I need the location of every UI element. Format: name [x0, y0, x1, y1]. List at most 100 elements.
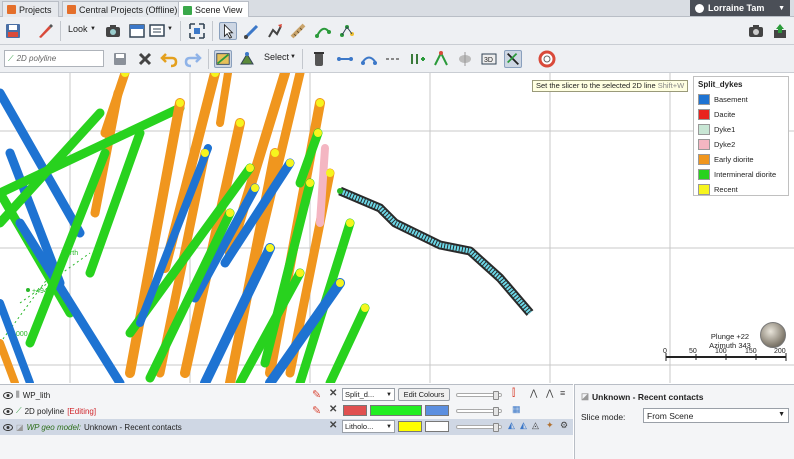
snap-icon[interactable] [238, 50, 256, 68]
shading-icon[interactable]: ⋀ [530, 388, 537, 399]
fit-view-icon[interactable] [188, 22, 206, 40]
select-menu[interactable]: Select [264, 52, 289, 62]
pencil-icon[interactable]: ✎ [312, 388, 321, 401]
draw-on-slice-icon[interactable] [214, 50, 232, 68]
selected-colour-swatch[interactable] [425, 405, 449, 416]
draw-tool-icon[interactable] [36, 22, 54, 40]
filter-icon[interactable]: ⫿ [512, 388, 515, 399]
scale-tick-label: 150 [745, 348, 757, 355]
screenshot-icon[interactable] [747, 22, 765, 40]
delete-points-icon[interactable] [310, 50, 328, 68]
chevron-down-icon: ▼ [290, 54, 296, 60]
stop-editing-icon[interactable]: ✎ [312, 404, 321, 417]
redo-icon[interactable] [184, 50, 202, 68]
scene-layout-icon[interactable] [128, 22, 146, 40]
camera-icon[interactable] [104, 22, 122, 40]
opacity-slider[interactable] [456, 423, 502, 432]
chevron-down-icon: ▼ [778, 4, 785, 12]
draw-network-icon[interactable] [338, 22, 356, 40]
close-icon[interactable]: ✕ [329, 420, 337, 431]
eye-icon[interactable] [3, 391, 13, 399]
close-icon[interactable]: ✕ [329, 388, 337, 399]
mesh-edges-icon[interactable]: ◭ [520, 420, 527, 431]
row-name: 2D polyline [24, 406, 65, 416]
slicer-to-line-icon[interactable] [504, 50, 522, 68]
draw-polyline-icon[interactable] [266, 22, 284, 40]
draw-line-icon[interactable] [243, 22, 261, 40]
screen-layout-icon[interactable] [148, 22, 166, 40]
user-menu-button[interactable]: Lorraine Tam ▼ [690, 0, 790, 16]
edit-colours-button[interactable]: Edit Colours [398, 388, 450, 401]
slice-mode-select[interactable]: From Scene ▼ [643, 408, 789, 423]
separator [60, 21, 61, 41]
legend-label: Recent [714, 185, 738, 194]
slice-mode-label: Slice mode: [581, 412, 626, 422]
properties-title: ◪ Unknown - Recent contacts [581, 391, 704, 402]
separator [208, 49, 209, 69]
orientation-globe-icon[interactable] [760, 322, 786, 348]
shading-icon[interactable]: ◬ [532, 420, 539, 431]
legend-item: Early diorite [698, 152, 784, 167]
scene-viewport[interactable]: North +494 000 [0, 73, 794, 383]
colour-by-dropdown[interactable]: Split_d... ▼ [342, 388, 395, 401]
projects-icon [7, 5, 16, 14]
opacity-slider[interactable] [456, 391, 502, 400]
lighting-icon[interactable]: ⋀ [546, 388, 553, 399]
tab-scene-view[interactable]: Scene View [178, 1, 250, 18]
grid-label-elevation: 000 [16, 331, 28, 338]
legend-item: Dyke2 [698, 137, 784, 152]
labels-icon[interactable]: ≡ [560, 388, 565, 398]
look-menu[interactable]: Look [68, 24, 88, 34]
add-point-icon[interactable] [408, 50, 426, 68]
edit-points-icon[interactable] [314, 22, 332, 40]
legend-swatch [698, 94, 710, 105]
eye-icon[interactable] [3, 407, 13, 415]
object-name-field[interactable]: ⟋ 2D polyline [4, 50, 104, 67]
eye-icon[interactable] [3, 423, 13, 431]
share-icon[interactable] [771, 22, 789, 40]
help-icon[interactable] [538, 50, 556, 68]
legend-label: Intermineral diorite [714, 170, 777, 179]
scene-list-row[interactable]: ◪ WP geo model: Unknown - Recent contact… [0, 419, 573, 435]
chevron-down-icon: ▼ [386, 423, 392, 430]
save-edits-icon[interactable] [111, 50, 129, 68]
scale-bar-labels: 0 50 100 150 200 [660, 348, 794, 358]
tab-label: Central Projects (Offline) [79, 4, 178, 15]
select-pointer-icon[interactable] [219, 22, 237, 40]
back-colour-swatch[interactable] [425, 421, 449, 432]
settings-icon[interactable]: ⚙ [560, 420, 568, 431]
legend-item: Recent [698, 182, 784, 197]
scene-view-icon [183, 5, 192, 15]
scene-list-row[interactable]: ⫼ WP_lith ✎ ✕ Split_d... ▼ Edit Colours … [0, 387, 573, 403]
draw-3d-icon[interactable]: 3D [480, 50, 498, 68]
save-scene-icon[interactable] [4, 22, 22, 40]
slider-knob[interactable] [493, 407, 499, 416]
mesh-icon[interactable]: ◭ [508, 420, 515, 431]
point-colour-swatch[interactable] [370, 405, 422, 416]
tab-projects[interactable]: Projects [2, 1, 59, 17]
2d-polyline[interactable] [337, 186, 534, 316]
undo-icon[interactable] [160, 50, 178, 68]
split-line-icon[interactable] [432, 50, 450, 68]
legend-item: Dacite [698, 107, 784, 122]
measure-icon[interactable] [289, 22, 307, 40]
curved-segment-icon[interactable] [360, 50, 378, 68]
remove-segment-icon[interactable] [384, 50, 402, 68]
straight-segment-icon[interactable] [336, 50, 354, 68]
line-colour-swatch[interactable] [343, 405, 367, 416]
slider-knob[interactable] [493, 391, 499, 400]
tab-bar: Projects Central Projects (Offline) Scen… [0, 0, 794, 18]
colour-by-dropdown[interactable]: Litholo... ▼ [342, 420, 395, 433]
legend-label: Early diorite [714, 155, 754, 164]
surface-colour-swatch[interactable] [398, 421, 422, 432]
close-icon[interactable]: ✕ [329, 404, 337, 415]
scene-list-row[interactable]: ⟋ 2D polyline [Editing] ✎ ✕ ▦ [0, 403, 573, 419]
slider-knob[interactable] [493, 423, 499, 432]
scene-canvas[interactable]: North +494 000 [0, 73, 794, 383]
close-icon[interactable] [136, 50, 154, 68]
opacity-slider[interactable] [456, 407, 502, 416]
wireframe-icon[interactable]: ✦ [546, 420, 554, 431]
line-style-icon[interactable]: ▦ [512, 404, 521, 415]
lock-plane-icon[interactable] [456, 50, 474, 68]
tab-central-projects[interactable]: Central Projects (Offline) [62, 1, 185, 17]
